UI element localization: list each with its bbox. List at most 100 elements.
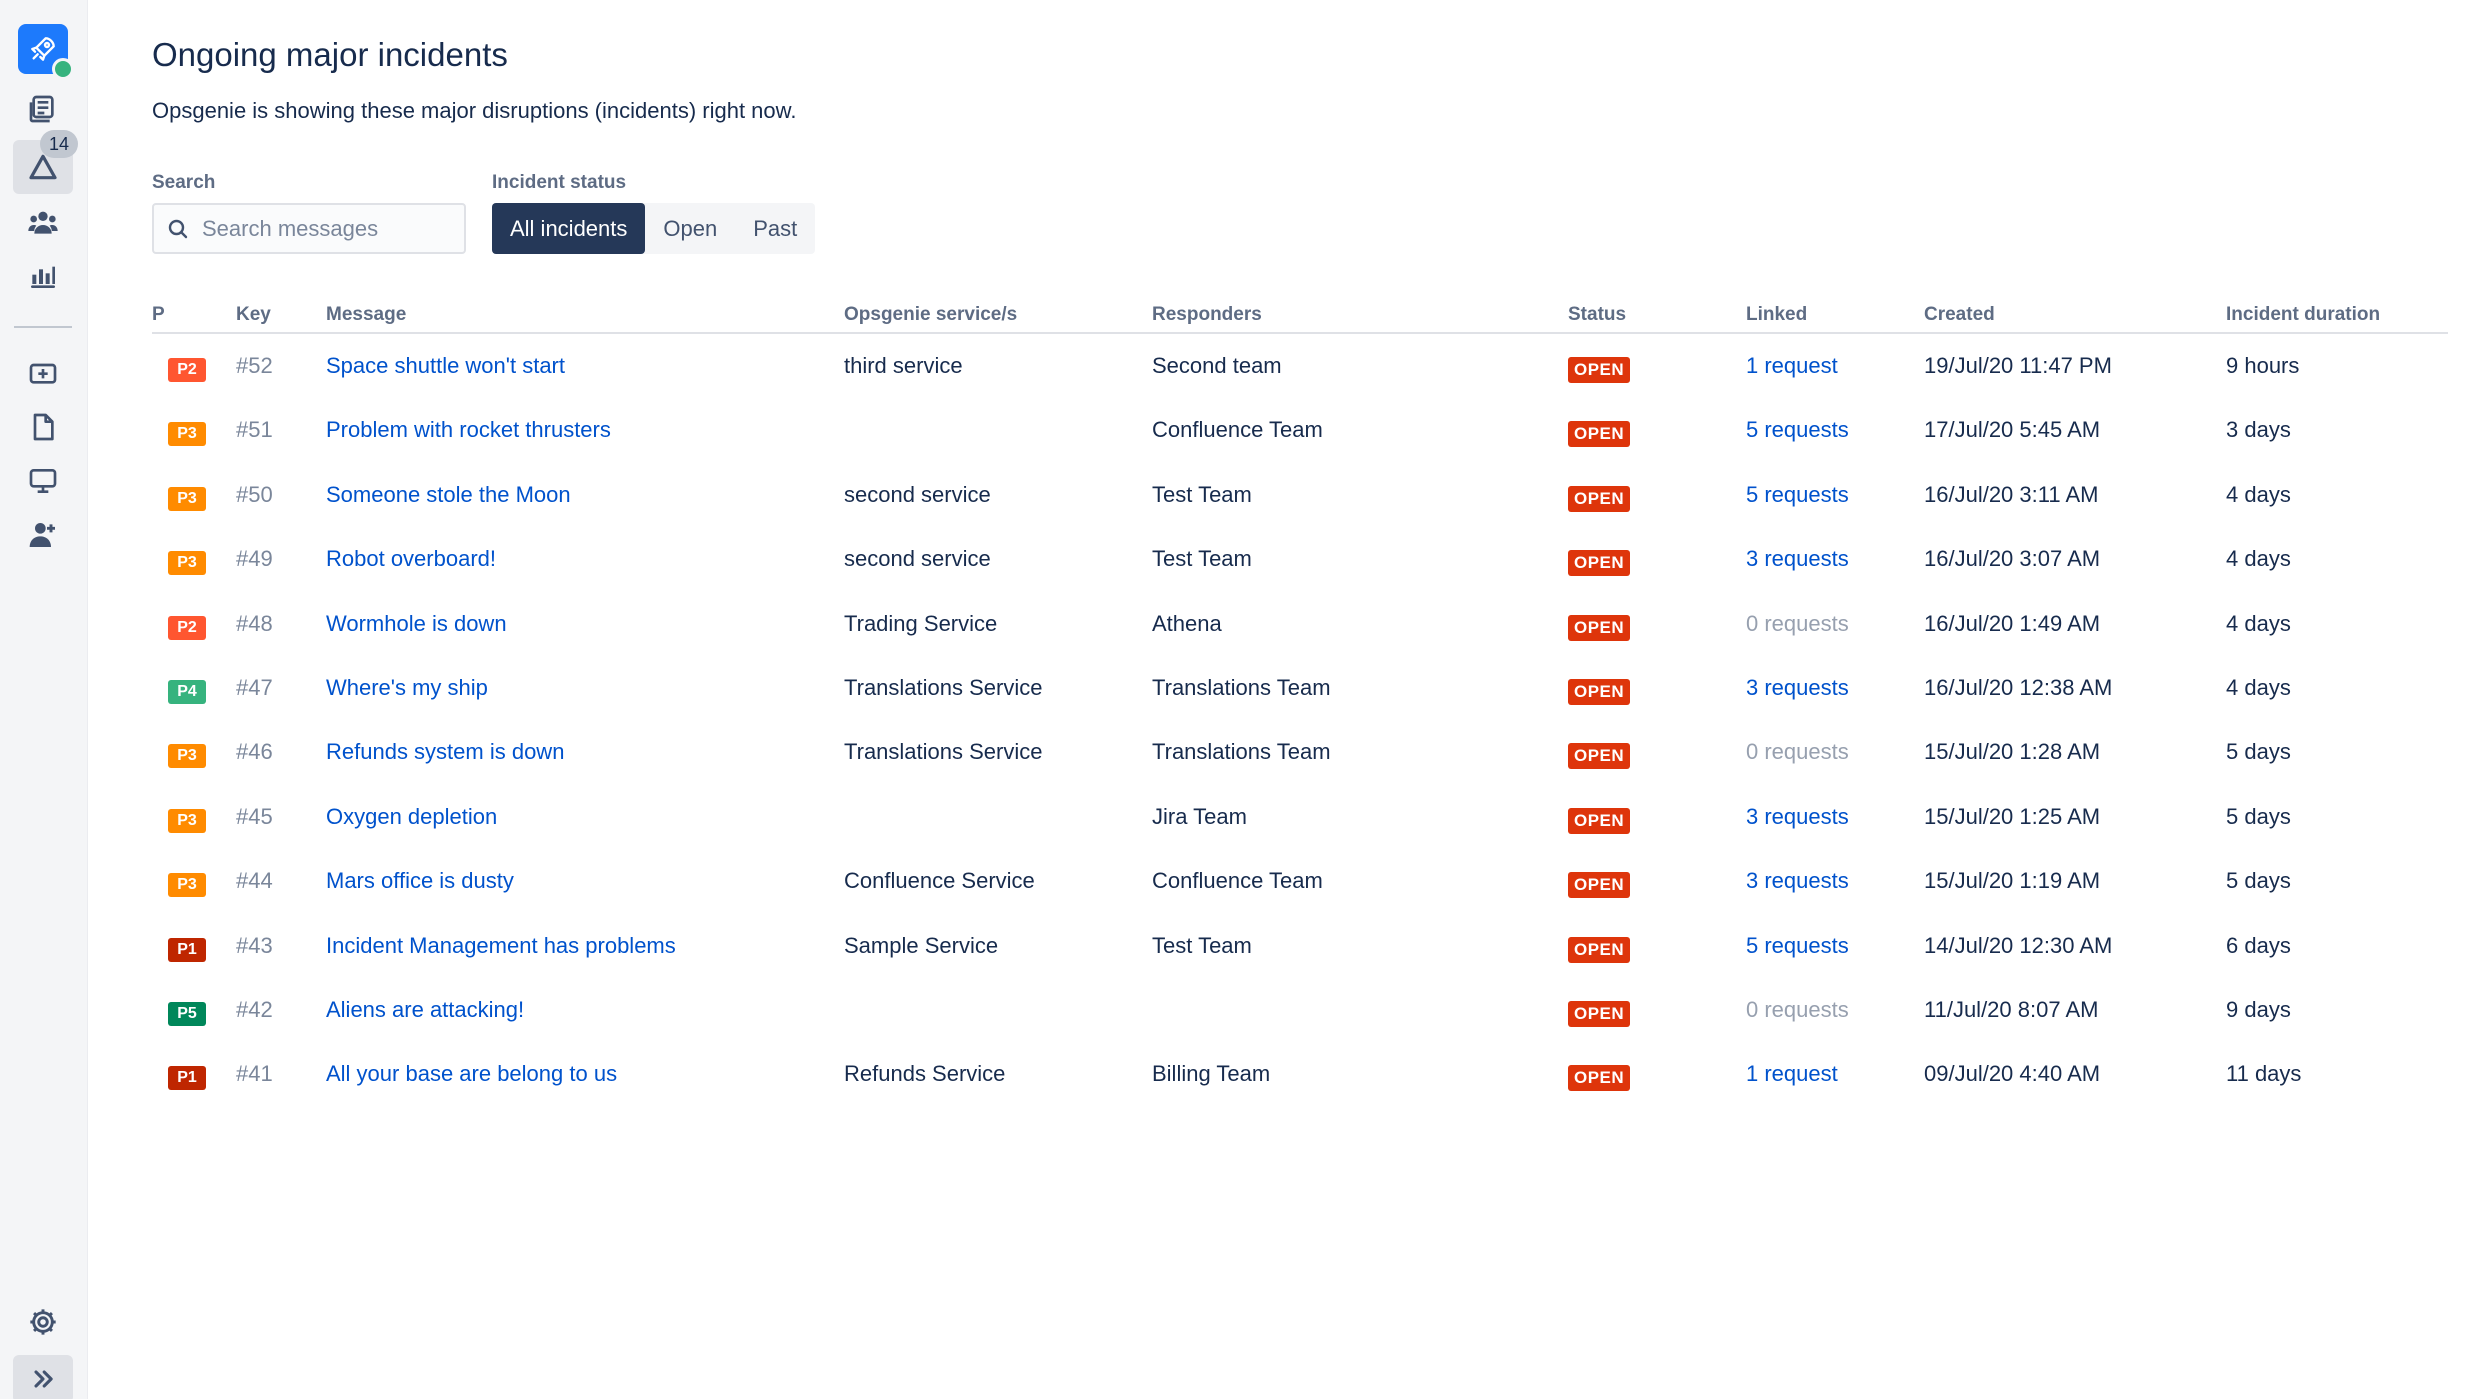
incident-linked-requests-link[interactable]: 1 request [1746,1061,1838,1087]
expand-sidebar-button[interactable] [13,1355,73,1399]
column-header-duration[interactable]: Incident duration [2226,304,2380,326]
table-row[interactable]: P1 #43 Incident Management has problems Sam… [152,914,2448,978]
incident-key[interactable]: #49 [236,546,273,572]
incident-duration: 3 days [2226,417,2291,443]
incident-key[interactable]: #52 [236,353,273,379]
status-lozenge: OPEN [1568,1000,1631,1027]
incident-message-link[interactable]: Aliens are attacking! [326,997,524,1023]
incident-linked-requests-link[interactable]: 0 requests [1746,739,1849,765]
incident-message-link[interactable]: Problem with rocket thrusters [326,417,611,443]
search-label: Search [152,172,216,193]
status-lozenge: OPEN [1568,872,1631,899]
sidebar-item-customers[interactable] [13,196,73,250]
incident-message-link[interactable]: Space shuttle won't start [326,353,565,379]
incident-message-link[interactable]: Mars office is dusty [326,868,514,894]
incident-linked-requests-link[interactable]: 3 requests [1746,804,1849,830]
incident-key[interactable]: #43 [236,933,273,959]
column-header-priority[interactable]: P [152,304,165,326]
app-logo[interactable] [18,24,74,80]
incident-message-link[interactable]: Where's my ship [326,675,488,701]
incident-key[interactable]: #46 [236,739,273,765]
search-input[interactable] [202,215,452,242]
search-field[interactable] [152,203,466,254]
incident-key[interactable]: #48 [236,611,273,637]
incident-message-link[interactable]: Incident Management has problems [326,933,676,959]
table-row[interactable]: P1 #41 All your base are belong to us Refun… [152,1042,2448,1106]
page-icon [33,413,54,441]
sidebar-item-raise-request[interactable] [13,346,73,400]
incident-key[interactable]: #50 [236,482,273,508]
incident-duration: 5 days [2226,803,2291,829]
sidebar-item-reports[interactable] [13,249,73,303]
table-row[interactable]: P3 #50 Someone stole the Moon second servic… [152,463,2448,527]
table-row[interactable]: P3 #46 Refunds system is down Translations … [152,720,2448,784]
column-header-created[interactable]: Created [1924,304,1995,326]
status-lozenge: OPEN [1568,421,1631,448]
table-row[interactable]: P4 #47 Where's my ship Translations Service… [152,656,2448,720]
incident-message-link[interactable]: Robot overboard! [326,546,496,572]
table-row[interactable]: P3 #51 Problem with rocket thrusters Conflu… [152,398,2448,462]
incident-service: second service [844,481,991,507]
incident-responders: Translations Team [1152,674,1331,700]
incident-linked-requests-link[interactable]: 3 requests [1746,546,1849,572]
table-row[interactable]: P3 #45 Oxygen depletion Jira Team 3 requests… [152,785,2448,849]
incident-linked-requests-link[interactable]: 3 requests [1746,675,1849,701]
incident-status-filter: All incidents Open Past [492,203,816,254]
incident-message-link[interactable]: Oxygen depletion [326,804,497,830]
incident-linked-requests-link[interactable]: 5 requests [1746,482,1849,508]
incident-linked-requests-link[interactable]: 1 request [1746,353,1838,379]
incident-key[interactable]: #42 [236,997,273,1023]
column-header-linked[interactable]: Linked [1746,304,1807,326]
sidebar-item-invite-team[interactable] [13,508,73,562]
table-row[interactable]: P2 #52 Space shuttle won't start third serv… [152,334,2448,398]
incident-message-link[interactable]: Refunds system is down [326,739,564,765]
column-header-service[interactable]: Opsgenie service/s [844,304,1017,326]
status-badge [52,58,74,80]
incident-responders: Confluence Team [1152,868,1323,894]
add-item-icon [29,363,57,384]
incident-created: 19/Jul/20 11:47 PM [1924,353,2112,378]
incident-linked-requests-link[interactable]: 5 requests [1746,417,1849,443]
incident-message-link[interactable]: Wormhole is down [326,611,507,637]
incident-service: Confluence Service [844,868,1035,894]
sidebar-item-channels[interactable] [13,454,73,508]
incident-linked-requests-link[interactable]: 3 requests [1746,868,1849,894]
incident-service: Translations Service [844,739,1043,765]
incident-key[interactable]: #44 [236,868,273,894]
table-row[interactable]: P2 #48 Wormhole is down Trading Service Athe… [152,592,2448,656]
table-row[interactable]: P3 #49 Robot overboard! second service Test … [152,527,2448,591]
incident-message-link[interactable]: Someone stole the Moon [326,482,571,508]
page-title: Ongoing major incidents [152,36,508,73]
incident-service: third service [844,353,963,378]
priority-badge: P3 [168,744,206,769]
incident-linked-requests-link[interactable]: 0 requests [1746,997,1849,1023]
sidebar-item-queues[interactable] [13,82,73,136]
column-header-message[interactable]: Message [326,304,406,326]
table-row[interactable]: P5 #42 Aliens are attacking! 0 requests 11/J… [152,978,2448,1042]
column-header-responders[interactable]: Responders [1152,304,1262,326]
incident-created: 11/Jul/20 8:07 AM [1924,996,2099,1022]
filter-all-incidents-button[interactable]: All incidents [492,203,646,254]
table-row[interactable]: P3 #44 Mars office is dusty Confluence Serv… [152,849,2448,913]
incident-key[interactable]: #45 [236,804,273,830]
priority-badge: P4 [168,679,206,704]
sidebar-item-knowledge-base[interactable] [13,400,73,454]
incident-status-label: Incident status [492,172,627,193]
column-header-key[interactable]: Key [236,304,271,326]
incident-service: Refunds Service [844,1061,1006,1087]
incident-duration: 4 days [2226,674,2291,700]
column-header-status[interactable]: Status [1568,304,1626,326]
incident-key[interactable]: #41 [236,1061,273,1087]
sidebar: 14 [0,0,88,1399]
sidebar-item-settings[interactable] [13,1295,73,1349]
incident-key[interactable]: #47 [236,675,273,701]
filter-open-button[interactable]: Open [645,203,735,254]
priority-badge: P1 [168,1066,206,1091]
filter-past-button[interactable]: Past [735,203,815,254]
incident-key[interactable]: #51 [236,417,273,443]
incident-linked-requests-link[interactable]: 5 requests [1746,933,1849,959]
incident-responders: Test Team [1152,481,1252,507]
incident-linked-requests-link[interactable]: 0 requests [1746,611,1849,637]
incident-message-link[interactable]: All your base are belong to us [326,1061,617,1087]
table-body: P2 #52 Space shuttle won't start third serv… [152,334,2448,1107]
